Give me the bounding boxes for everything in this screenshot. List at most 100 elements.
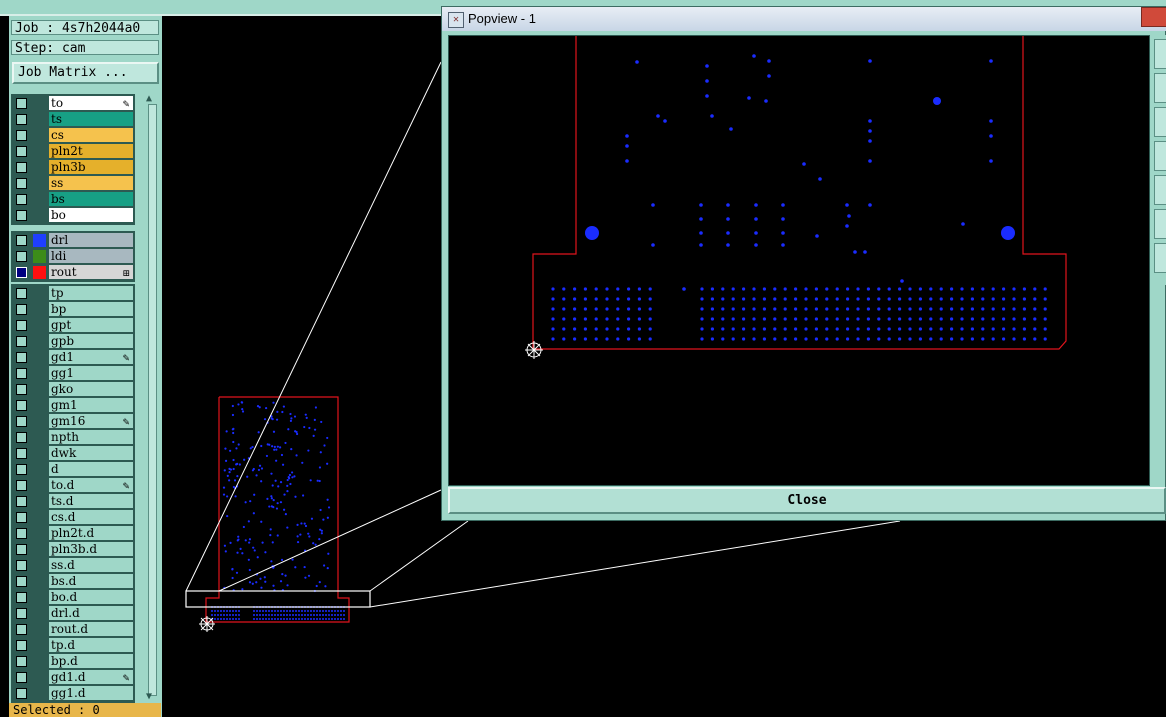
pad: [877, 307, 881, 311]
pad: [326, 516, 329, 519]
pad: [237, 443, 240, 446]
pad: [259, 618, 261, 620]
pad: [933, 97, 941, 105]
pad: [731, 287, 735, 291]
pad: [232, 467, 235, 471]
pad: [939, 327, 943, 331]
pad: [238, 614, 240, 616]
close-button[interactable]: Close: [448, 487, 1166, 514]
pad: [319, 610, 321, 612]
pad: [573, 307, 577, 311]
pad: [939, 297, 943, 301]
pad: [252, 467, 255, 471]
pad: [856, 297, 860, 301]
pad: [767, 59, 771, 63]
pad: [877, 297, 881, 301]
window-close-icon[interactable]: [1141, 7, 1166, 27]
pad: [898, 337, 902, 341]
pad: [731, 307, 735, 311]
pad: [699, 203, 703, 207]
pad: [268, 614, 270, 616]
pad: [334, 610, 336, 612]
pad: [272, 499, 275, 502]
pad: [804, 317, 808, 321]
pad: [731, 327, 735, 331]
pad: [256, 556, 259, 559]
pad: [866, 327, 870, 331]
pad: [764, 99, 768, 103]
pad: [228, 471, 231, 474]
popview-titlebar[interactable]: ✕ Popview - 1: [442, 7, 1166, 31]
pad: [616, 307, 620, 311]
pad: [313, 614, 315, 616]
pad: [752, 337, 756, 341]
pad: [273, 448, 276, 451]
pad: [726, 231, 730, 235]
pad: [294, 566, 297, 569]
pad: [1012, 317, 1016, 321]
pad: [754, 217, 758, 221]
pad: [637, 307, 641, 311]
popview-canvas[interactable]: [448, 35, 1150, 486]
mirror-tool-icon[interactable]: [1154, 209, 1166, 239]
pad: [918, 287, 922, 291]
pad: [229, 618, 231, 620]
pad: [721, 307, 725, 311]
pad: [307, 574, 311, 577]
pad: [313, 610, 315, 612]
zoom-line: [369, 520, 469, 592]
pad: [325, 614, 327, 616]
pad: [289, 618, 291, 620]
pad: [887, 307, 891, 311]
pad: [950, 327, 954, 331]
pad: [752, 307, 756, 311]
pad: [314, 543, 317, 546]
pad: [273, 445, 276, 448]
pad: [731, 317, 735, 321]
pad: [294, 430, 297, 433]
pad: [961, 222, 965, 226]
pad: [710, 114, 714, 118]
pad: [232, 614, 234, 616]
pad: [637, 297, 641, 301]
pad: [783, 297, 787, 301]
pad: [818, 177, 822, 181]
pad: [898, 327, 902, 331]
fit-tool-icon[interactable]: [1154, 107, 1166, 137]
pad: [583, 297, 587, 301]
pad: [762, 287, 766, 291]
pad: [270, 495, 273, 498]
pad: [814, 337, 818, 341]
pad: [773, 297, 777, 301]
pad: [583, 317, 587, 321]
pad: [762, 337, 766, 341]
pad: [627, 317, 631, 321]
pad: [269, 534, 272, 537]
zoom-tool-icon[interactable]: [1154, 39, 1166, 69]
pad: [226, 618, 228, 620]
pad: [286, 610, 288, 612]
pad: [289, 614, 291, 616]
pad: [991, 337, 995, 341]
pad: [710, 327, 714, 331]
pad: [625, 159, 629, 163]
pad: [214, 610, 216, 612]
pad: [220, 618, 222, 620]
pad: [232, 610, 234, 612]
rotate-tool-icon[interactable]: [1154, 243, 1166, 273]
pad: [214, 614, 216, 616]
pad: [710, 307, 714, 311]
pad: [835, 317, 839, 321]
pad: [337, 618, 339, 620]
select-tool-icon[interactable]: [1154, 175, 1166, 205]
pad: [304, 576, 307, 579]
pad: [939, 317, 943, 321]
pad: [1012, 337, 1016, 341]
measure-tool-icon[interactable]: [1154, 141, 1166, 171]
pad: [301, 461, 304, 464]
pad: [991, 297, 995, 301]
pad: [293, 415, 297, 418]
pan-tool-icon[interactable]: [1154, 73, 1166, 103]
pad: [710, 317, 714, 321]
view-toolstrip: [1152, 35, 1166, 285]
